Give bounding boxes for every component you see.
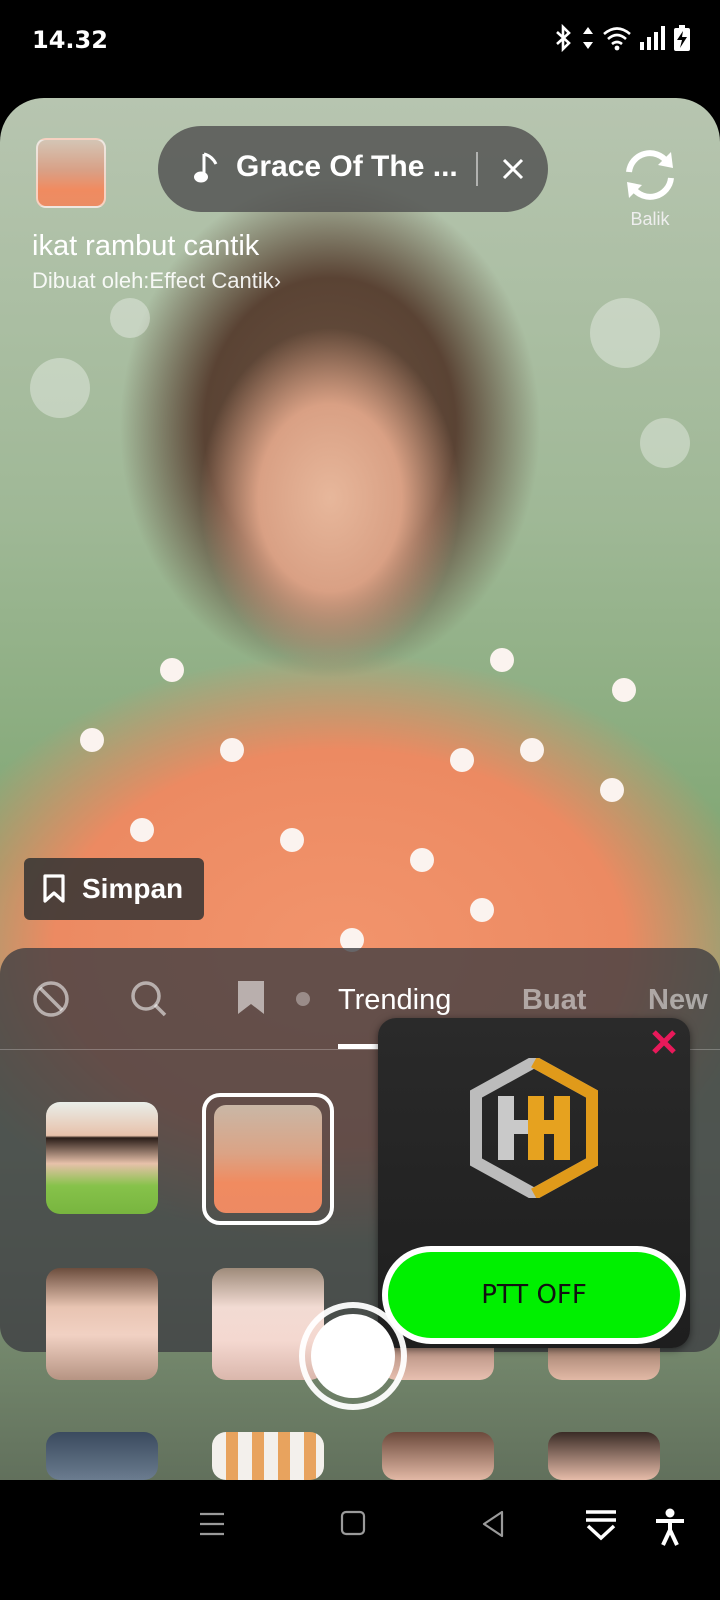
system-nav-bar xyxy=(0,1480,720,1600)
bookmark-icon xyxy=(43,874,65,903)
status-icons xyxy=(554,24,690,52)
shirt-dot xyxy=(130,818,154,842)
bluetooth-icon xyxy=(556,24,571,52)
effect-item-image xyxy=(214,1105,322,1213)
shirt-dot xyxy=(160,658,184,682)
tab-trending[interactable]: Trending xyxy=(338,984,451,1017)
remove-music-button[interactable] xyxy=(492,148,534,190)
effect-item[interactable] xyxy=(382,1432,494,1480)
ptt-toggle-label: PTT OFF xyxy=(388,1252,680,1338)
chevron-right-icon: › xyxy=(273,268,282,293)
shutter-inner xyxy=(311,1314,395,1398)
flip-camera-button[interactable]: Balik xyxy=(618,148,682,230)
bokeh-light xyxy=(110,298,150,338)
effect-item-selected[interactable] xyxy=(202,1093,334,1225)
shirt-dot xyxy=(520,738,544,762)
shirt-dot xyxy=(490,648,514,672)
shirt-dot xyxy=(80,728,104,752)
search-icon[interactable] xyxy=(130,980,168,1018)
music-note-icon xyxy=(194,152,218,183)
shirt-dot xyxy=(450,748,474,772)
bokeh-light xyxy=(590,298,660,368)
data-arrows-icon xyxy=(583,27,593,49)
effect-author-prefix: Dibuat oleh: xyxy=(32,268,150,293)
pill-divider xyxy=(476,152,478,186)
effect-item[interactable] xyxy=(46,1268,158,1380)
effect-author-name: Effect Cantik xyxy=(149,268,274,293)
music-title: Grace Of The ... xyxy=(236,150,458,183)
tab-dot xyxy=(296,992,310,1006)
shirt-dot xyxy=(410,848,434,872)
music-selector[interactable]: Grace Of The ... xyxy=(158,126,548,212)
hh-logo xyxy=(470,1058,598,1198)
wifi-icon xyxy=(603,27,631,51)
back-triangle-icon[interactable] xyxy=(480,1508,506,1540)
ptt-toggle-button[interactable]: PTT OFF xyxy=(382,1246,686,1344)
save-label: Simpan xyxy=(82,873,184,904)
status-bar: 14.32 xyxy=(0,0,720,80)
bokeh-light xyxy=(640,418,690,468)
no-effect-icon[interactable] xyxy=(32,980,70,1018)
shirt-dot xyxy=(470,898,494,922)
effect-thumbnail[interactable] xyxy=(36,138,106,208)
save-effect-button[interactable]: Simpan xyxy=(24,858,204,920)
home-square-icon[interactable] xyxy=(340,1508,366,1540)
flip-label: Balik xyxy=(630,209,670,229)
ptt-overlay-widget: PTT OFF xyxy=(378,1018,690,1348)
effect-item[interactable] xyxy=(548,1432,660,1480)
close-icon xyxy=(502,158,524,180)
effect-item[interactable] xyxy=(46,1432,158,1480)
download-collapse-icon[interactable] xyxy=(584,1508,618,1544)
bookmark-tab-icon[interactable] xyxy=(236,980,266,1016)
effect-author-link[interactable]: Dibuat oleh: Effect Cantik› xyxy=(32,268,281,294)
effect-item[interactable] xyxy=(46,1102,158,1214)
effect-name: ikat rambut cantik xyxy=(32,230,260,262)
effect-item[interactable] xyxy=(212,1432,324,1480)
battery-charging-icon xyxy=(674,25,690,51)
signal-icon xyxy=(640,26,665,50)
close-x-icon[interactable] xyxy=(648,1026,680,1058)
flip-camera-icon xyxy=(626,150,674,200)
accessibility-icon[interactable] xyxy=(654,1508,686,1546)
shirt-dot xyxy=(280,828,304,852)
shirt-dot xyxy=(612,678,636,702)
bokeh-light xyxy=(30,358,90,418)
shutter-button[interactable] xyxy=(299,1302,407,1410)
tab-buat[interactable]: Buat xyxy=(522,984,586,1017)
tab-new[interactable]: New xyxy=(648,984,708,1017)
shirt-dot xyxy=(600,778,624,802)
status-time: 14.32 xyxy=(32,26,108,54)
menu-icon[interactable] xyxy=(198,1508,226,1540)
shirt-dot xyxy=(220,738,244,762)
